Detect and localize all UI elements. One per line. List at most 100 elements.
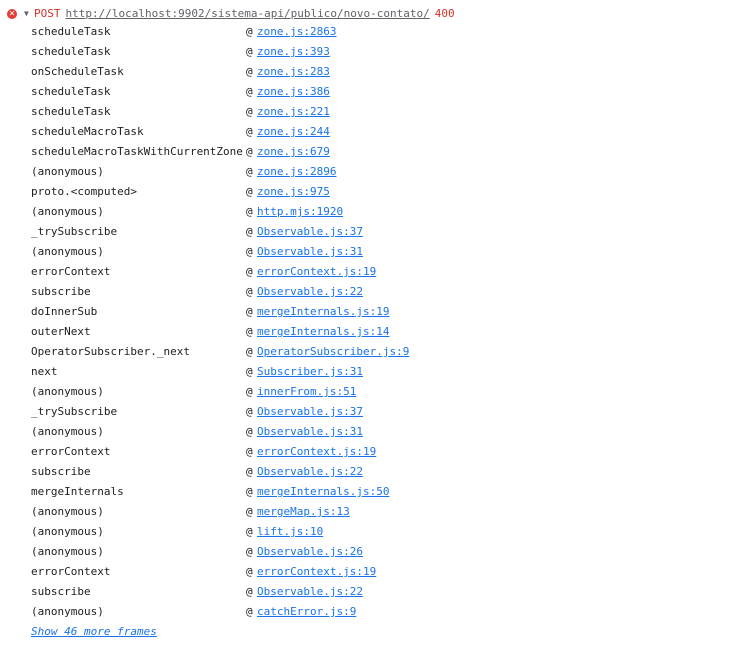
frame-at-sign: @: [246, 385, 253, 398]
frame-source-link[interactable]: Subscriber.js:31: [257, 362, 363, 382]
stack-frame-row: doInnerSub @ mergeInternals.js:19: [0, 302, 748, 322]
frame-at-sign: @: [246, 165, 253, 178]
frame-source-link[interactable]: Observable.js:22: [257, 282, 363, 302]
frame-function-name: (anonymous): [31, 245, 104, 258]
stack-frame-row: outerNext @ mergeInternals.js:14: [0, 322, 748, 342]
frame-at-sign: @: [246, 405, 253, 418]
frame-source-link[interactable]: errorContext.js:19: [257, 442, 376, 462]
frame-at-sign: @: [246, 425, 253, 438]
frame-source-link[interactable]: lift.js:10: [257, 522, 323, 542]
frame-function-name: proto.<computed>: [31, 185, 137, 198]
frame-source-link[interactable]: zone.js:2896: [257, 162, 336, 182]
frame-source-link[interactable]: innerFrom.js:51: [257, 382, 356, 402]
frame-at-sign: @: [246, 65, 253, 78]
frame-source-link[interactable]: mergeInternals.js:14: [257, 322, 389, 342]
error-circle-icon: ✕: [7, 9, 17, 19]
frame-at-sign: @: [246, 545, 253, 558]
frame-at-sign: @: [246, 125, 253, 138]
frame-function-name: scheduleMacroTask: [31, 125, 144, 138]
frame-at-sign: @: [246, 525, 253, 538]
stack-frame-row: OperatorSubscriber._next @ OperatorSubscri…: [0, 342, 748, 362]
stack-frame-row: _trySubscribe @ Observable.js:37: [0, 222, 748, 242]
stack-frame-row: (anonymous) @ Observable.js:26: [0, 542, 748, 562]
frame-source-link[interactable]: zone.js:221: [257, 102, 330, 122]
frame-source-link[interactable]: Observable.js:37: [257, 402, 363, 422]
frame-function-name: _trySubscribe: [31, 225, 118, 238]
stack-frame-row: subscribe @ Observable.js:22: [0, 282, 748, 302]
frame-function-name: mergeInternals: [31, 485, 124, 498]
frame-at-sign: @: [246, 265, 253, 278]
frame-source-link[interactable]: Observable.js:22: [257, 582, 363, 602]
frame-at-sign: @: [246, 585, 253, 598]
stack-frame-row: scheduleTask @ zone.js:2863: [0, 22, 748, 42]
frame-source-link[interactable]: zone.js:283: [257, 62, 330, 82]
frame-source-link[interactable]: Observable.js:31: [257, 422, 363, 442]
frame-function-name: errorContext: [31, 445, 111, 458]
stack-frame-row: subscribe @ Observable.js:22: [0, 582, 748, 602]
frame-at-sign: @: [246, 485, 253, 498]
frame-function-name: (anonymous): [31, 425, 104, 438]
frame-source-link[interactable]: http.mjs:1920: [257, 202, 343, 222]
frame-at-sign: @: [246, 45, 253, 58]
frame-source-link[interactable]: zone.js:2863: [257, 22, 336, 42]
stack-frame-row: scheduleTask @ zone.js:221: [0, 102, 748, 122]
frame-at-sign: @: [246, 85, 253, 98]
stack-frame-row: _trySubscribe @ Observable.js:37: [0, 402, 748, 422]
stack-frame-row: (anonymous) @ Observable.js:31: [0, 422, 748, 442]
frame-source-link[interactable]: Observable.js:26: [257, 542, 363, 562]
frame-function-name: scheduleTask: [31, 105, 111, 118]
frame-source-link[interactable]: zone.js:386: [257, 82, 330, 102]
stack-frame-row: (anonymous) @ innerFrom.js:51: [0, 382, 748, 402]
frame-function-name: (anonymous): [31, 385, 104, 398]
frame-function-name: (anonymous): [31, 605, 104, 618]
frame-at-sign: @: [246, 465, 253, 478]
stack-frame-row: scheduleTask @ zone.js:386: [0, 82, 748, 102]
stack-frame-row: mergeInternals @ mergeInternals.js:50: [0, 482, 748, 502]
frame-function-name: (anonymous): [31, 545, 104, 558]
frame-at-sign: @: [246, 185, 253, 198]
frame-source-link[interactable]: OperatorSubscriber.js:9: [257, 342, 409, 362]
frame-at-sign: @: [246, 225, 253, 238]
frame-function-name: scheduleTask: [31, 25, 111, 38]
frame-at-sign: @: [246, 365, 253, 378]
stack-frame-row: subscribe @ Observable.js:22: [0, 462, 748, 482]
show-more-frames-link[interactable]: Show 46 more frames: [31, 622, 157, 642]
frame-source-link[interactable]: catchError.js:9: [257, 602, 356, 622]
stack-frame-row: (anonymous) @ catchError.js:9: [0, 602, 748, 622]
frame-at-sign: @: [246, 325, 253, 338]
error-message-row[interactable]: ✕ ▼ POST http://localhost:9902/sistema-ap…: [0, 4, 748, 24]
frame-source-link[interactable]: Observable.js:31: [257, 242, 363, 262]
frame-function-name: subscribe: [31, 585, 91, 598]
frame-source-link[interactable]: mergeMap.js:13: [257, 502, 350, 522]
frame-at-sign: @: [246, 205, 253, 218]
frame-function-name: doInnerSub: [31, 305, 98, 318]
frame-source-link[interactable]: errorContext.js:19: [257, 262, 376, 282]
stack-frame-row: proto.<computed> @ zone.js:975: [0, 182, 748, 202]
frame-source-link[interactable]: Observable.js:37: [257, 222, 363, 242]
frame-function-name: (anonymous): [31, 165, 104, 178]
console-error-stack: ✕ ▼ POST http://localhost:9902/sistema-ap…: [0, 0, 748, 646]
frame-at-sign: @: [246, 445, 253, 458]
frame-function-name: errorContext: [31, 565, 111, 578]
stack-frame-row: errorContext @ errorContext.js:19: [0, 442, 748, 462]
frame-source-link[interactable]: mergeInternals.js:19: [257, 302, 389, 322]
frame-source-link[interactable]: errorContext.js:19: [257, 562, 376, 582]
frame-source-link[interactable]: zone.js:393: [257, 42, 330, 62]
frame-function-name: subscribe: [31, 465, 91, 478]
frame-at-sign: @: [246, 285, 253, 298]
frame-at-sign: @: [246, 305, 253, 318]
request-url-link[interactable]: http://localhost:9902/sistema-api/public…: [66, 7, 430, 20]
frame-source-link[interactable]: zone.js:244: [257, 122, 330, 142]
frame-source-link[interactable]: Observable.js:22: [257, 462, 363, 482]
frame-source-link[interactable]: zone.js:679: [257, 142, 330, 162]
frame-function-name: errorContext: [31, 265, 111, 278]
frame-source-link[interactable]: zone.js:975: [257, 182, 330, 202]
error-message-text: POST http://localhost:9902/sistema-api/pu…: [34, 7, 455, 21]
frame-function-name: OperatorSubscriber._next: [31, 345, 190, 358]
frame-source-link[interactable]: mergeInternals.js:50: [257, 482, 389, 502]
frame-function-name: (anonymous): [31, 525, 104, 538]
stack-frame-row: (anonymous) @ Observable.js:31: [0, 242, 748, 262]
frame-at-sign: @: [246, 145, 253, 158]
expand-arrow-icon[interactable]: ▼: [24, 8, 29, 20]
frame-at-sign: @: [246, 345, 253, 358]
